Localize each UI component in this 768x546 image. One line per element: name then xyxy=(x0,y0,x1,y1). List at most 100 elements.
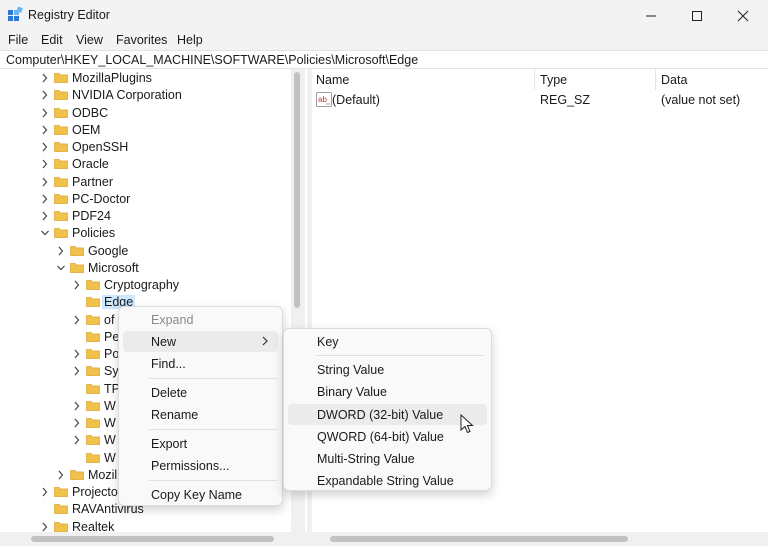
tree-item-label: Po xyxy=(104,347,120,361)
list-horizontal-scrollbar[interactable] xyxy=(312,532,768,546)
chevron-right-icon[interactable] xyxy=(72,279,82,291)
chevron-down-icon[interactable] xyxy=(56,262,66,274)
tree-item[interactable]: Google xyxy=(56,243,291,260)
chevron-right-icon[interactable] xyxy=(40,486,50,498)
chevron-right-icon[interactable] xyxy=(40,176,50,188)
list-hscroll-thumb[interactable] xyxy=(330,536,628,542)
tree-item[interactable]: PDF24 xyxy=(40,208,291,225)
submenu-item-qword-value[interactable]: QWORD (64-bit) Value xyxy=(288,426,487,447)
tree-item-label: Google xyxy=(88,243,129,258)
column-header-name[interactable]: Name xyxy=(316,73,349,87)
maximize-button[interactable] xyxy=(674,0,720,31)
menu-separator xyxy=(149,429,277,430)
tree-item[interactable]: OEM xyxy=(40,122,291,139)
menu-item-export[interactable]: Export xyxy=(123,433,278,454)
menu-file[interactable]: File xyxy=(8,33,28,47)
folder-icon xyxy=(54,487,68,497)
tree-item-label: Policies xyxy=(72,226,116,241)
tree-item-label: W xyxy=(104,398,116,413)
tree-item[interactable]: NVIDIA Corporation xyxy=(40,87,291,104)
open-folder-icon xyxy=(70,262,84,273)
menu-bar: File Edit View Favorites Help xyxy=(0,31,768,50)
chevron-right-icon[interactable] xyxy=(40,521,50,533)
menu-help[interactable]: Help xyxy=(177,33,203,47)
tree-item[interactable]: Policies xyxy=(40,225,291,242)
column-divider[interactable] xyxy=(655,69,656,90)
chevron-right-icon[interactable] xyxy=(40,193,50,205)
tree-item-label: PDF24 xyxy=(72,209,111,223)
address-bar[interactable]: Computer\HKEY_LOCAL_MACHINE\SOFTWARE\Pol… xyxy=(0,50,768,69)
close-button[interactable] xyxy=(720,0,766,31)
submenu-item-label: DWORD (32-bit) Value xyxy=(317,408,444,422)
chevron-right-icon[interactable] xyxy=(72,348,82,360)
chevron-right-icon[interactable] xyxy=(72,314,82,326)
tree-item[interactable]: Realtek xyxy=(40,519,291,533)
tree-item-label: Oracle xyxy=(72,157,109,172)
menu-item-find[interactable]: Find... xyxy=(123,353,278,374)
chevron-right-icon[interactable] xyxy=(56,469,66,481)
open-folder-icon xyxy=(54,228,68,239)
column-header-type[interactable]: Type xyxy=(540,73,567,87)
column-divider[interactable] xyxy=(534,69,535,90)
value-type: REG_SZ xyxy=(540,93,591,107)
submenu-item-expandable-string-value[interactable]: Expandable String Value xyxy=(288,470,487,491)
tree-item[interactable]: Partner xyxy=(40,174,291,191)
title-bar: Registry Editor xyxy=(0,0,768,31)
tree-hscroll-thumb[interactable] xyxy=(31,536,274,542)
chevron-right-icon[interactable] xyxy=(40,89,50,101)
menu-item-label: Permissions... xyxy=(151,459,230,473)
chevron-right-icon[interactable] xyxy=(40,210,50,222)
tree-item-label: Cryptography xyxy=(104,278,180,292)
minimize-button[interactable] xyxy=(628,0,674,31)
chevron-right-icon[interactable] xyxy=(40,158,50,170)
submenu-item-multi-string-value[interactable]: Multi-String Value xyxy=(288,448,487,469)
folder-icon xyxy=(86,418,100,428)
chevron-right-icon[interactable] xyxy=(72,400,82,412)
tree-item[interactable]: OpenSSH xyxy=(40,139,291,156)
tree-item[interactable]: Microsoft xyxy=(56,260,291,277)
submenu-item-key[interactable]: Key xyxy=(288,331,487,352)
chevron-right-icon[interactable] xyxy=(56,245,66,257)
column-header-data[interactable]: Data xyxy=(661,73,687,87)
menu-view[interactable]: View xyxy=(76,33,103,47)
tree-item[interactable]: ODBC xyxy=(40,105,291,122)
menu-item-delete[interactable]: Delete xyxy=(123,382,278,403)
chevron-right-icon[interactable] xyxy=(40,141,50,153)
folder-icon xyxy=(54,124,68,135)
list-item[interactable]: ab (Default) REG_SZ (value not set) xyxy=(312,91,768,108)
minimize-icon xyxy=(646,15,656,16)
menu-item-expand[interactable]: Expand xyxy=(123,309,278,330)
tree-item-label: Microsoft xyxy=(88,260,139,275)
svg-text:ab: ab xyxy=(318,95,327,104)
chevron-down-icon[interactable] xyxy=(40,227,50,239)
tree-item[interactable]: Cryptography xyxy=(72,277,291,294)
chevron-right-icon[interactable] xyxy=(40,107,50,119)
menu-item-label: Copy Key Name xyxy=(151,488,243,502)
tree-item[interactable]: PC-Doctor xyxy=(40,191,291,208)
tree-item-label: ODBC xyxy=(72,105,109,120)
tree-item[interactable]: MozillaPlugins xyxy=(40,70,291,87)
menu-item-copy-key-name[interactable]: Copy Key Name xyxy=(123,484,278,505)
submenu-item-string-value[interactable]: String Value xyxy=(288,359,487,380)
tree-item[interactable]: Oracle xyxy=(40,156,291,173)
chevron-right-icon[interactable] xyxy=(72,434,82,446)
menu-item-new[interactable]: New xyxy=(123,331,278,352)
folder-icon xyxy=(86,331,100,342)
chevron-right-icon[interactable] xyxy=(72,365,82,377)
tree-scroll-thumb[interactable] xyxy=(294,72,300,308)
tree-item-label: OpenSSH xyxy=(72,140,129,154)
tree-horizontal-scrollbar[interactable] xyxy=(0,532,307,546)
chevron-right-icon[interactable] xyxy=(72,417,82,429)
chevron-right-icon[interactable] xyxy=(40,124,50,136)
address-path[interactable]: Computer\HKEY_LOCAL_MACHINE\SOFTWARE\Pol… xyxy=(6,53,418,67)
submenu-item-dword-value[interactable]: DWORD (32-bit) Value xyxy=(288,404,487,425)
menu-item-rename[interactable]: Rename xyxy=(123,404,278,425)
submenu-item-binary-value[interactable]: Binary Value xyxy=(288,381,487,402)
menu-item-label: Expand xyxy=(151,313,194,327)
folder-icon xyxy=(86,297,100,308)
close-icon xyxy=(737,10,749,21)
menu-item-permissions[interactable]: Permissions... xyxy=(123,455,278,476)
menu-edit[interactable]: Edit xyxy=(41,33,63,47)
chevron-right-icon[interactable] xyxy=(40,72,50,84)
menu-favorites[interactable]: Favorites xyxy=(116,33,167,47)
